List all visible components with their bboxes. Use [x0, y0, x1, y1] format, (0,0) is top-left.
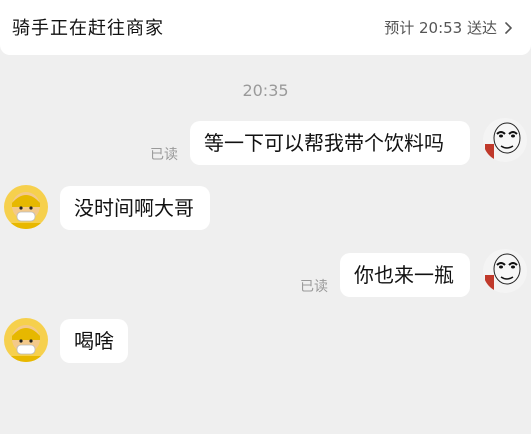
message-bubble-sent[interactable]: 你也来一瓶 — [340, 253, 470, 297]
chevron-right-icon — [505, 21, 512, 34]
rider-face-avatar-icon — [4, 318, 48, 362]
read-receipt: 已读 — [150, 147, 178, 163]
meme-face-avatar-icon — [483, 118, 527, 162]
my-avatar[interactable] — [483, 249, 527, 293]
meme-face-avatar-icon — [483, 249, 527, 293]
message-bubble-received[interactable]: 喝啥 — [60, 319, 128, 363]
message-bubble-sent[interactable]: 等一下可以帮我带个饮料吗 — [190, 121, 470, 165]
message-bubble-received[interactable]: 没时间啊大哥 — [60, 186, 210, 230]
my-avatar[interactable] — [483, 118, 527, 162]
rider-avatar[interactable] — [4, 318, 48, 362]
order-status-title: 骑手正在赶往商家 — [12, 18, 164, 39]
read-receipt: 已读 — [300, 279, 328, 295]
order-status-bar[interactable]: 骑手正在赶往商家 预计 20:53 送达 — [0, 0, 531, 55]
eta-label: 预计 20:53 送达 — [384, 19, 497, 37]
rider-face-avatar-icon — [4, 185, 48, 229]
rider-avatar[interactable] — [4, 185, 48, 229]
chat-timestamp: 20:35 — [242, 81, 289, 100]
eta-link[interactable]: 预计 20:53 送达 — [384, 17, 515, 38]
